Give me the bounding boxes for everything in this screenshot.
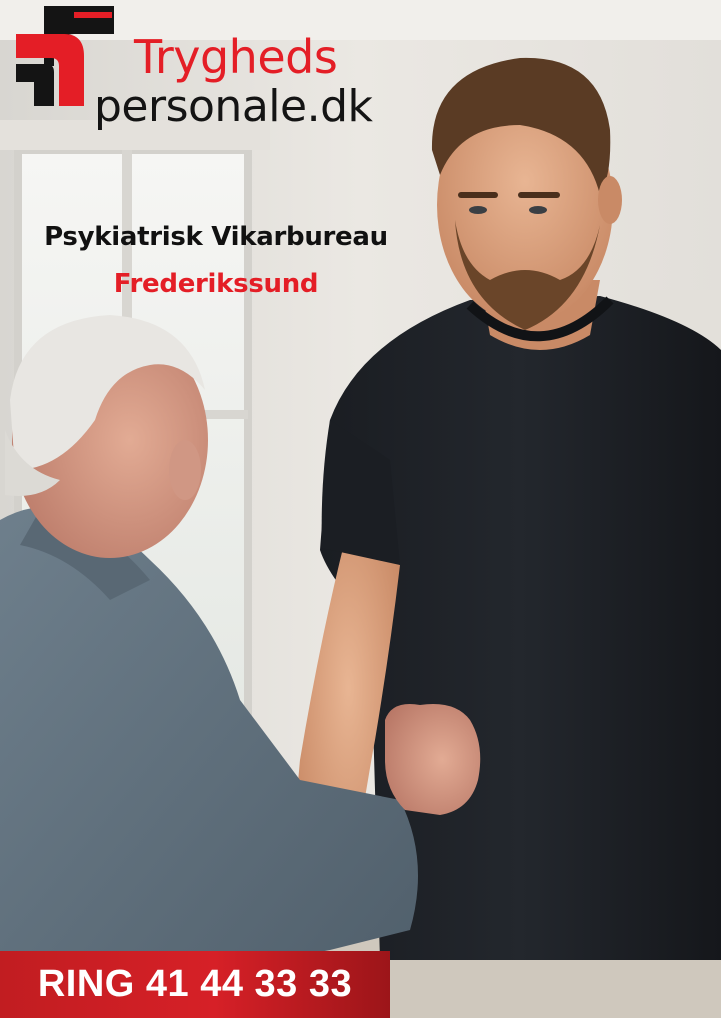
location-label: Frederikssund <box>113 269 319 299</box>
photo-scene-illustration <box>0 0 721 1018</box>
background-photo <box>0 0 721 1018</box>
call-phone-button[interactable]: RING 41 44 33 33 <box>0 951 390 1018</box>
call-phone-label: RING 41 44 33 33 <box>37 963 353 1005</box>
page-title: Psykiatrisk Vikarbureau <box>44 222 388 252</box>
logo-wordmark-line1: Trygheds <box>134 30 338 84</box>
logo-wordmark-line2: personale.dk <box>94 81 373 132</box>
brand-logo[interactable]: Trygheds personale.dk <box>14 6 414 136</box>
